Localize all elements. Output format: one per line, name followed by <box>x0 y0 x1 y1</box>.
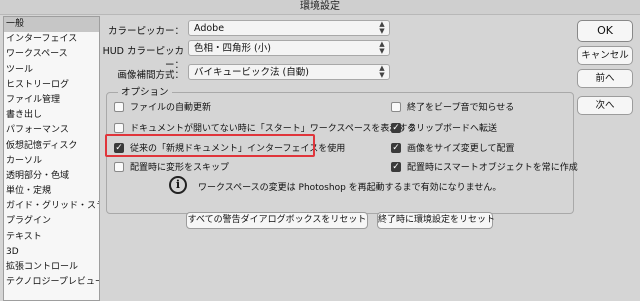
color-picker-select[interactable]: Adobe ▲ ▼ <box>188 20 390 36</box>
ok-button[interactable]: OK <box>577 20 633 42</box>
hud-color-picker-value: 色相・四角形 (小) <box>194 43 271 54</box>
sidebar-item-performance[interactable]: パフォーマンス <box>4 123 99 138</box>
skip-transform-on-place-checkbox[interactable]: 配置時に変形をスキップ <box>114 160 229 173</box>
checkmark-icon[interactable]: ✓ <box>391 161 401 172</box>
interpolation-label: 画像補間方式： <box>117 70 184 81</box>
export-clipboard-checkbox[interactable]: ✓ クリップボードへ転送 <box>391 121 497 134</box>
sidebar-item-type[interactable]: テキスト <box>4 230 99 245</box>
checkbox-label: 配置時にスマートオブジェクトを常に作成 <box>407 163 578 173</box>
sidebar-item-transparency-gamut[interactable]: 透明部分・色域 <box>4 169 99 184</box>
sidebar-item-technology-previews[interactable]: テクノロジープレビュー <box>4 275 99 290</box>
sidebar-item-3d[interactable]: 3D <box>4 245 99 260</box>
sidebar-item-scratch-disks[interactable]: 仮想記憶ディスク <box>4 139 99 154</box>
checkbox-label: 画像をサイズ変更して配置 <box>407 144 515 154</box>
show-start-workspace-checkbox[interactable]: ドキュメントが開いてない時に「スタート」ワークスペースを表示する <box>114 121 416 134</box>
checkmark-icon[interactable]: ✓ <box>391 122 401 133</box>
options-group-title: オプション <box>118 84 172 98</box>
hud-color-picker-select[interactable]: 色相・四角形 (小) ▲ ▼ <box>188 40 390 56</box>
sidebar-item-units-rulers[interactable]: 単位・定規 <box>4 184 99 199</box>
sidebar-item-interface[interactable]: インターフェイス <box>4 32 99 47</box>
sidebar-item-workspace[interactable]: ワークスペース <box>4 47 99 62</box>
highlight-annotation-box <box>105 134 315 157</box>
checkbox-box[interactable] <box>114 122 124 133</box>
checkbox-label: 終了をビープ音で知らせる <box>407 103 515 113</box>
sidebar-item-history-log[interactable]: ヒストリーログ <box>4 78 99 93</box>
sidebar-item-plugins[interactable]: プラグイン <box>4 214 99 229</box>
sidebar-category-list[interactable]: 一般 インターフェイス ワークスペース ツール ヒストリーログ ファイル管理 書… <box>3 16 100 301</box>
cancel-button[interactable]: キャンセル <box>577 46 633 65</box>
info-icon: i <box>169 176 187 194</box>
checkbox-label: ドキュメントが開いてない時に「スタート」ワークスペースを表示する <box>130 124 417 134</box>
sidebar-item-cursors[interactable]: カーソル <box>4 154 99 169</box>
reset-all-warnings-button[interactable]: すべての警告ダイアログボックスをリセット <box>186 212 368 229</box>
window-title: 環境設定 <box>0 0 640 15</box>
sidebar-item-guides-grid-slices[interactable]: ガイド・グリッド・スライス <box>4 199 99 214</box>
sidebar-item-tools[interactable]: ツール <box>4 63 99 78</box>
restart-info-text: ワークスペースの変更は Photoshop を再起動するまで有効になりません。 <box>198 183 502 193</box>
updown-chevron-icon: ▲ ▼ <box>379 40 385 55</box>
beep-when-done-checkbox[interactable]: 終了をビープ音で知らせる <box>391 100 514 113</box>
prev-button[interactable]: 前へ <box>577 69 633 88</box>
updown-chevron-icon: ▲ ▼ <box>379 64 385 79</box>
checkbox-label: クリップボードへ転送 <box>407 124 498 134</box>
sidebar-item-general[interactable]: 一般 <box>4 17 99 33</box>
checkbox-box[interactable] <box>391 101 401 112</box>
auto-update-files-checkbox[interactable]: ファイルの自動更新 <box>114 100 211 113</box>
reset-preferences-on-quit-button[interactable]: 終了時に環境設定をリセット <box>377 212 495 229</box>
always-create-smart-objects-checkbox[interactable]: ✓ 配置時にスマートオブジェクトを常に作成 <box>391 160 578 173</box>
color-picker-label: カラーピッカー： <box>107 26 184 37</box>
interpolation-value: バイキュービック法 (自動) <box>194 67 309 78</box>
updown-chevron-icon: ▲ ▼ <box>379 20 385 35</box>
resize-image-on-place-checkbox[interactable]: ✓ 画像をサイズ変更して配置 <box>391 141 514 154</box>
sidebar-item-export[interactable]: 書き出し <box>4 108 99 123</box>
sidebar-item-enhanced-controls[interactable]: 拡張コントロール <box>4 260 99 275</box>
checkbox-label: 配置時に変形をスキップ <box>130 163 230 173</box>
interpolation-select[interactable]: バイキュービック法 (自動) ▲ ▼ <box>188 64 390 80</box>
checkbox-label: ファイルの自動更新 <box>130 103 212 113</box>
color-picker-value: Adobe <box>194 23 225 34</box>
next-button[interactable]: 次へ <box>577 96 633 115</box>
checkmark-icon[interactable]: ✓ <box>391 142 401 153</box>
sidebar-item-file-handling[interactable]: ファイル管理 <box>4 93 99 108</box>
checkbox-box[interactable] <box>114 101 124 112</box>
checkbox-box[interactable] <box>114 161 124 172</box>
